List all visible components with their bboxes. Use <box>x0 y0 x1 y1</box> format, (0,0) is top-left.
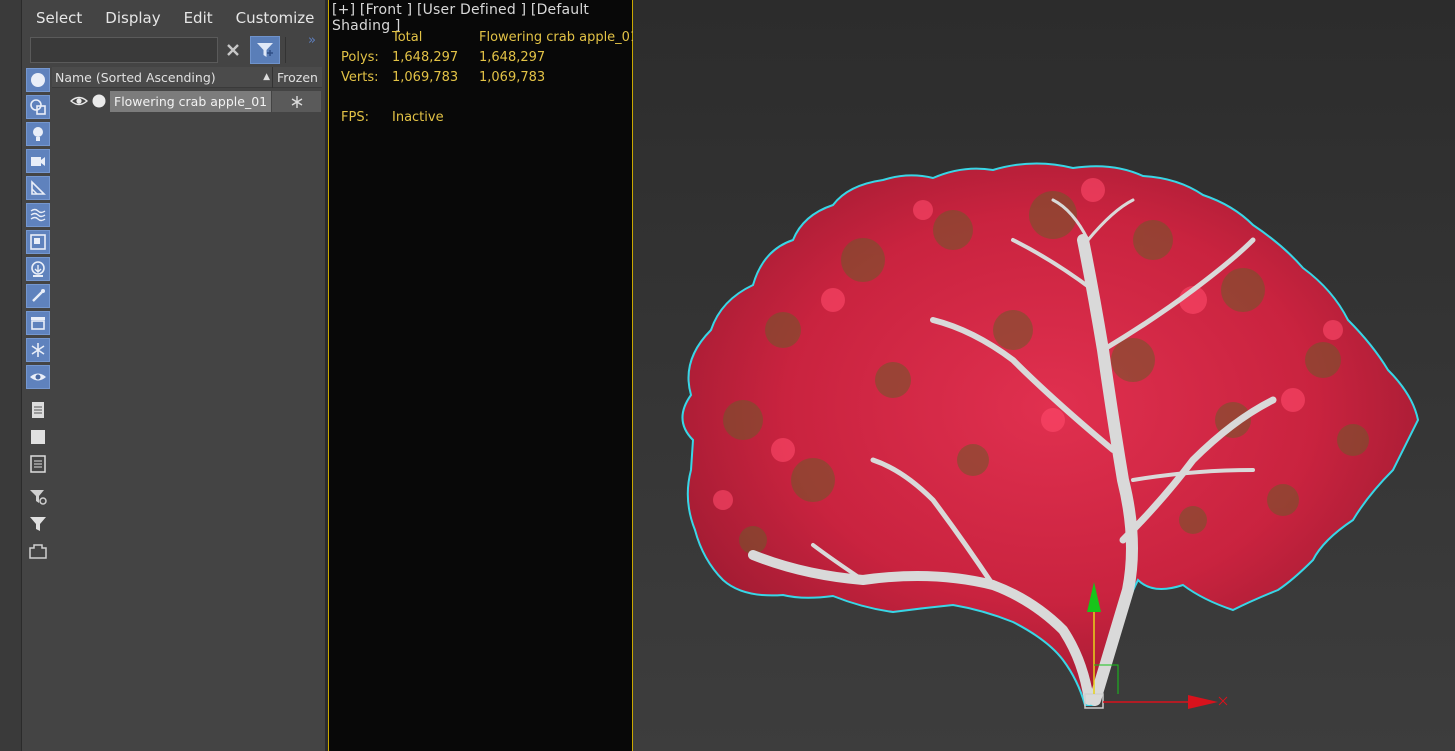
perspective-viewport[interactable] <box>633 0 1455 751</box>
menu-edit[interactable]: Edit <box>184 9 213 27</box>
frozen-icon[interactable] <box>26 338 50 362</box>
gizmo-x-arrow[interactable] <box>1188 695 1218 709</box>
stats-header-object: Flowering crab apple_01 <box>479 30 639 45</box>
scene-explorer-panel: Select Display Edit Customize » Name (So… <box>22 0 325 751</box>
geometry-icon[interactable] <box>26 68 50 92</box>
column-name-label: Name (Sorted Ascending) <box>55 70 216 85</box>
list-item[interactable]: Flowering crab apple_01 <box>52 90 322 113</box>
column-name-header[interactable]: Name (Sorted Ascending) ▲ <box>52 67 273 88</box>
display-filter-toolbar <box>26 68 50 566</box>
expand-toolbar-icon[interactable]: » <box>308 33 316 48</box>
xrefs-icon[interactable] <box>26 257 50 281</box>
stats-fps-label: FPS: <box>341 110 369 125</box>
object-name[interactable]: Flowering crab apple_01 <box>110 91 271 112</box>
snowflake-icon <box>291 95 302 108</box>
clear-search-button[interactable] <box>220 37 246 63</box>
explorer-menubar: Select Display Edit Customize <box>22 0 325 36</box>
filter-icon[interactable] <box>26 512 50 536</box>
notes-icon[interactable] <box>26 398 50 422</box>
sort-ascending-icon: ▲ <box>263 72 270 82</box>
stats-polys-total: 1,648,297 <box>392 50 459 65</box>
filter-settings-icon[interactable] <box>26 485 50 509</box>
space-warps-icon[interactable] <box>26 203 50 227</box>
stats-polys-object: 1,648,297 <box>479 50 546 65</box>
list-column-header: Name (Sorted Ascending) ▲ Frozen <box>52 67 322 88</box>
layers-icon[interactable] <box>26 539 50 563</box>
shapes-icon[interactable] <box>26 95 50 119</box>
square-icon[interactable] <box>26 425 50 449</box>
visibility-eye-icon[interactable] <box>70 95 88 107</box>
helpers-icon[interactable] <box>26 176 50 200</box>
front-viewport-stats[interactable]: [+] [Front ] [User Defined ] [Default Sh… <box>328 0 638 751</box>
row-icons <box>52 90 110 113</box>
filter-funnel-icon <box>257 43 273 57</box>
scene-list: Name (Sorted Ascending) ▲ Frozen Floweri… <box>52 67 322 113</box>
cameras-icon[interactable] <box>26 149 50 173</box>
menu-select[interactable]: Select <box>36 9 82 27</box>
groups-icon[interactable] <box>26 230 50 254</box>
viewport-scene <box>681 162 1420 709</box>
stats-fps-value: Inactive <box>392 110 444 125</box>
menu-display[interactable]: Display <box>105 9 160 27</box>
filter-toggle-button[interactable] <box>250 36 280 64</box>
close-icon <box>227 44 239 56</box>
left-edge-strip <box>0 0 22 751</box>
freeze-toggle[interactable] <box>272 91 321 112</box>
lights-icon[interactable] <box>26 122 50 146</box>
column-frozen-header[interactable]: Frozen <box>273 67 322 87</box>
menu-customize[interactable]: Customize <box>236 9 315 27</box>
object-sphere-icon <box>92 94 106 108</box>
tree-model[interactable] <box>681 162 1420 706</box>
search-row <box>30 36 286 64</box>
app-root: Select Display Edit Customize » Name (So… <box>0 0 1455 751</box>
stats-polys-label: Polys: <box>341 50 379 65</box>
stats-verts-object: 1,069,783 <box>479 70 546 85</box>
bones-icon[interactable] <box>26 284 50 308</box>
toolbar-separator <box>285 37 286 63</box>
notes-icon-2[interactable] <box>26 452 50 476</box>
stats-verts-label: Verts: <box>341 70 379 85</box>
hidden-icon[interactable] <box>26 365 50 389</box>
containers-icon[interactable] <box>26 311 50 335</box>
stats-verts-total: 1,069,783 <box>392 70 459 85</box>
stats-header-total: Total <box>392 30 423 45</box>
search-input[interactable] <box>30 37 218 63</box>
